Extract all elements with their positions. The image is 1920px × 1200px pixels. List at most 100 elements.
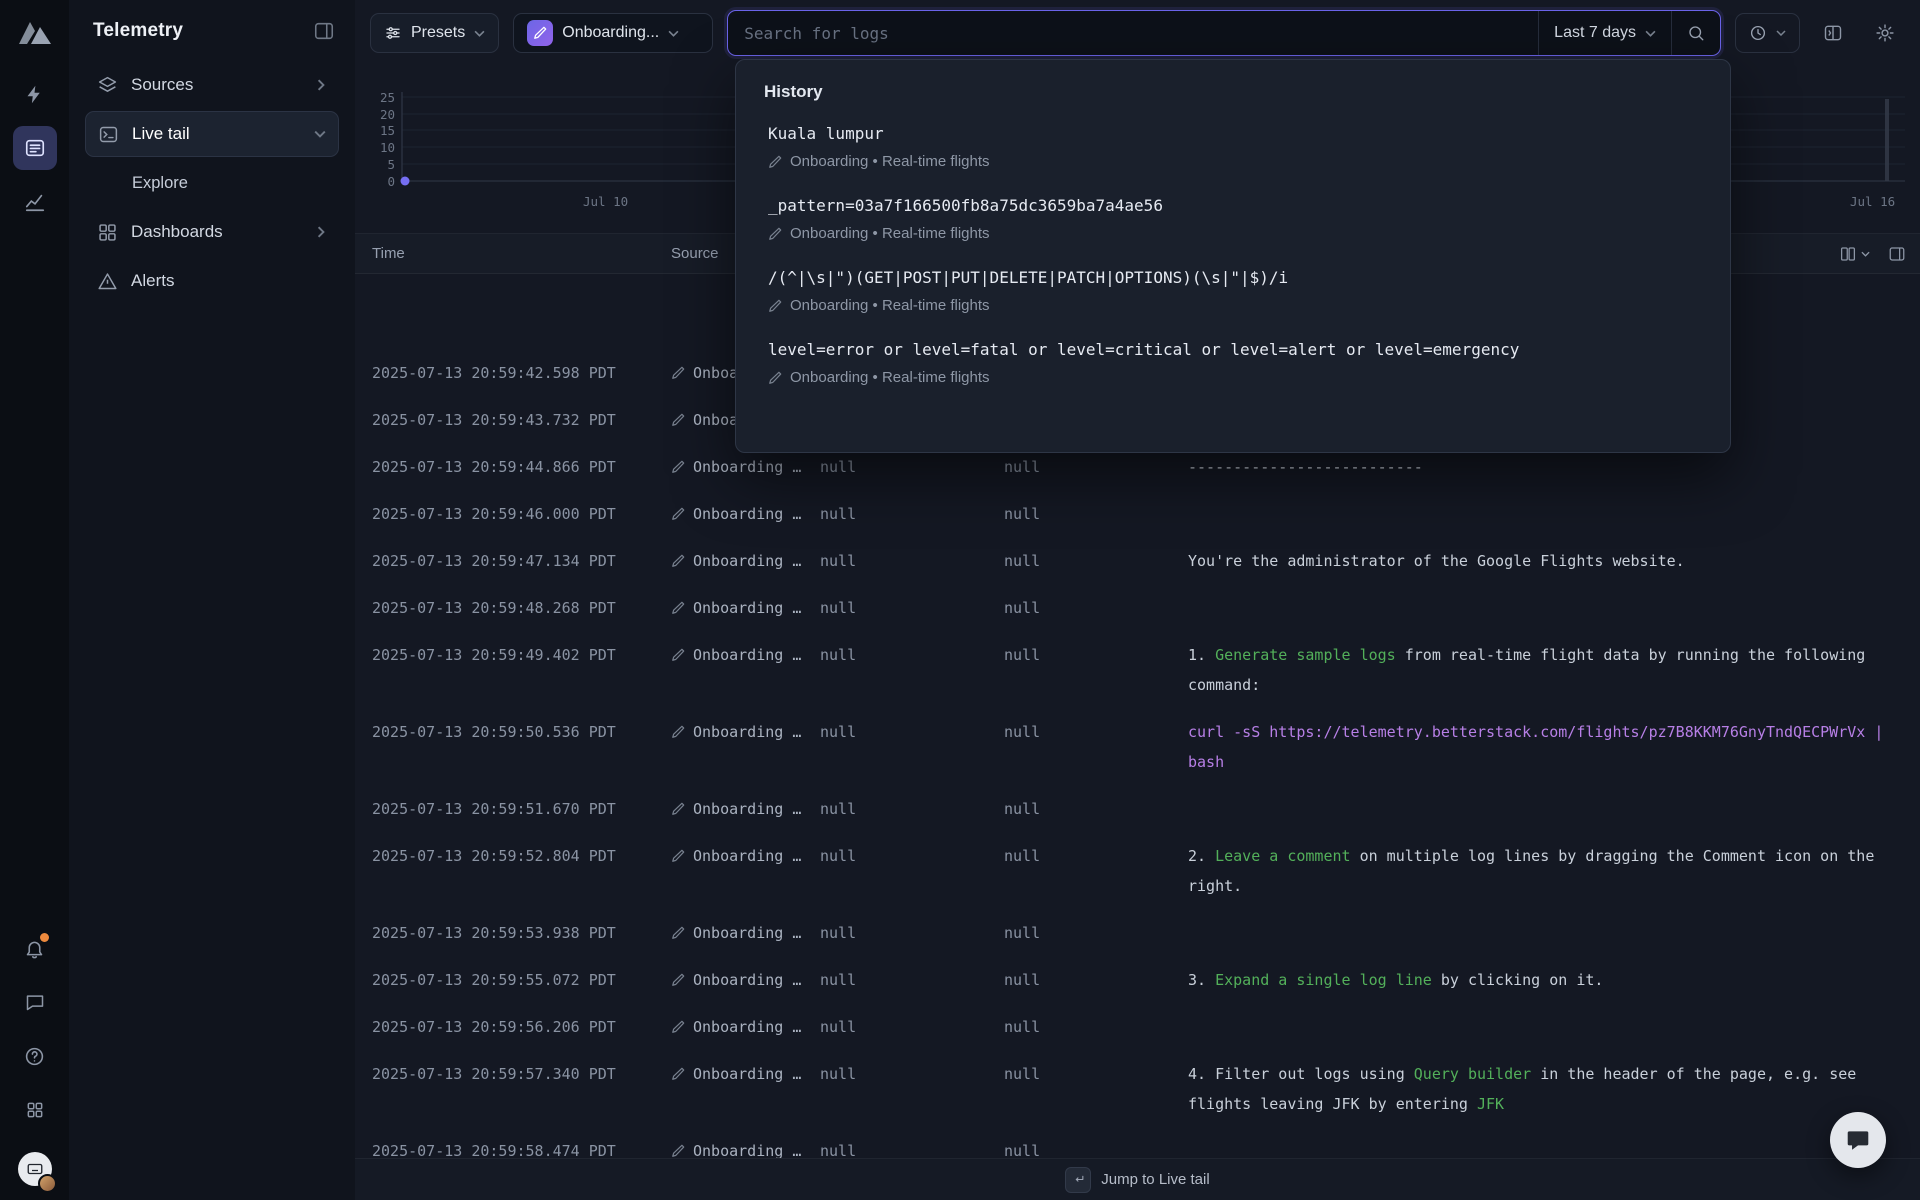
log-field-null-1: null [820,593,1004,623]
collapse-sidebar-icon[interactable] [313,20,335,42]
source-selector[interactable]: Onboarding... [513,13,713,53]
gear-icon [1875,23,1895,43]
log-time: 2025-07-13 20:59:51.670 PDT [372,794,671,824]
rail-apps-button[interactable] [13,1088,57,1132]
history-title: History [762,82,1704,102]
rail-item-sources[interactable] [13,72,57,116]
history-item[interactable]: /(^|\s|")(GET|POST|PUT|DELETE|PATCH|OPTI… [762,256,1704,326]
log-time: 2025-07-13 20:59:47.134 PDT [372,546,671,576]
support-chat-button[interactable] [1830,1112,1886,1168]
sidebar-item-dashboards[interactable]: Dashboards [85,209,339,255]
log-message: 3. Expand a single log line by clicking … [1188,965,1920,995]
jump-to-live-tail-button[interactable]: Jump to Live tail [355,1158,1920,1200]
rail-help-button[interactable] [13,1034,57,1078]
log-field-null-1: null [820,499,1004,529]
chevron-right-icon [315,226,327,238]
log-row[interactable]: 2025-07-13 20:59:53.938 PDT Onboarding …… [355,910,1920,957]
log-field-null-1: null [820,640,1004,670]
time-range-label: Last 7 days [1554,24,1636,42]
history-item[interactable]: level=error or level=fatal or level=crit… [762,328,1704,398]
x-axis-tick: Jul 10 [583,194,628,209]
settings-button[interactable] [1866,14,1904,52]
log-field-null-1: null [820,1059,1004,1089]
log-time: 2025-07-13 20:59:43.732 PDT [372,405,671,435]
log-time: 2025-07-13 20:59:46.000 PDT [372,499,671,529]
log-field-null-1: null [820,452,1004,482]
y-axis-tick: 15 [361,123,395,138]
sidebar-item-sources[interactable]: Sources [85,62,339,108]
app-title: Telemetry [93,20,183,42]
log-row[interactable]: 2025-07-13 20:59:46.000 PDT Onboarding …… [355,491,1920,538]
log-row[interactable]: 2025-07-13 20:59:52.804 PDT Onboarding …… [355,833,1920,910]
search-input[interactable] [728,11,1538,55]
source-pen-icon [768,371,782,385]
presets-button[interactable]: Presets [370,13,499,53]
log-row[interactable]: 2025-07-13 20:59:50.536 PDT Onboarding …… [355,709,1920,786]
log-source: Onboarding … [693,841,801,871]
split-view-icon [1823,23,1843,43]
log-field-null-2: null [1004,452,1188,482]
sidebar-item-label: Live tail [132,124,190,144]
log-time: 2025-07-13 20:59:57.340 PDT [372,1059,671,1089]
history-item[interactable]: _pattern=03a7f166500fb8a75dc3659ba7a4ae5… [762,184,1704,254]
split-view-button[interactable] [1814,14,1852,52]
dashboards-icon [97,222,118,243]
alerts-icon [97,271,118,292]
log-field-null-2: null [1004,965,1188,995]
log-source: Onboarding … [693,965,801,995]
rail-item-livetail[interactable] [13,126,57,170]
source-pen-icon [671,601,685,615]
log-field-null-2: null [1004,1059,1188,1089]
search-icon [1687,24,1705,42]
log-source: Onboarding … [693,546,801,576]
log-field-null-1: null [820,965,1004,995]
sources-icon [97,75,118,96]
sidebar-item-label: Sources [131,75,193,95]
log-row[interactable]: 2025-07-13 20:59:48.268 PDT Onboarding …… [355,585,1920,632]
history-query: level=error or level=fatal or level=crit… [768,340,1698,359]
log-row[interactable]: 2025-07-13 20:59:51.670 PDT Onboarding …… [355,786,1920,833]
sidebar-item-livetail[interactable]: Live tail [85,111,339,157]
help-icon [24,1046,45,1067]
log-source: Onboarding … [693,918,801,948]
source-pen-icon [768,299,782,313]
source-pen-icon [768,155,782,169]
search-submit-button[interactable] [1671,11,1720,55]
log-field-null-2: null [1004,640,1188,670]
time-range-selector[interactable]: Last 7 days [1538,11,1671,55]
sidebar-item-explore[interactable]: Explore [85,160,339,206]
log-source: Onboarding … [693,499,801,529]
source-pen-icon [768,227,782,241]
source-pen-icon [671,554,685,568]
columns-config-button[interactable] [1839,245,1870,263]
live-pause-button[interactable] [1735,13,1800,53]
log-field-null-1: null [820,918,1004,948]
log-row[interactable]: 2025-07-13 20:59:56.206 PDT Onboarding …… [355,1004,1920,1051]
metrics-icon [24,191,46,213]
log-message: curl -sS https://telemetry.betterstack.c… [1188,717,1920,777]
sidebar-item-alerts[interactable]: Alerts [85,258,339,304]
history-item[interactable]: Kuala lumpur Onboarding • Real-time flig… [762,112,1704,182]
log-row[interactable]: 2025-07-13 20:59:57.340 PDT Onboarding …… [355,1051,1920,1128]
user-avatar[interactable] [18,1152,52,1186]
rail-feedback-button[interactable] [13,980,57,1024]
source-pen-icon [671,1020,685,1034]
source-badge-icon [527,20,553,46]
log-time: 2025-07-13 20:59:42.598 PDT [372,358,671,388]
log-time: 2025-07-13 20:59:49.402 PDT [372,640,671,670]
x-axis-tick: Jul 16 [1850,194,1895,209]
log-field-null-2: null [1004,1012,1188,1042]
log-field-null-2: null [1004,546,1188,576]
layout-toggle-button[interactable] [1888,245,1906,263]
live-tail-icon [24,137,46,159]
source-pen-icon [671,973,685,987]
presets-label: Presets [411,24,465,42]
rail-notifications-button[interactable] [13,926,57,970]
column-header-time[interactable]: Time [372,245,671,262]
rail-item-explore[interactable] [13,180,57,224]
log-row[interactable]: 2025-07-13 20:59:55.072 PDT Onboarding …… [355,957,1920,1004]
log-field-null-2: null [1004,717,1188,747]
log-row[interactable]: 2025-07-13 20:59:47.134 PDT Onboarding …… [355,538,1920,585]
log-row[interactable]: 2025-07-13 20:59:49.402 PDT Onboarding …… [355,632,1920,709]
search-bar: Last 7 days [727,10,1721,56]
